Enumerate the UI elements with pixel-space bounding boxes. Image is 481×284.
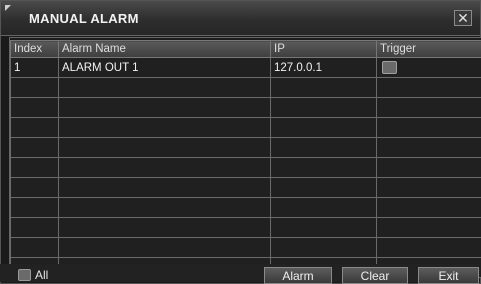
empty-cell xyxy=(58,117,271,138)
select-all[interactable]: All xyxy=(18,268,48,282)
cell-trigger xyxy=(376,57,481,78)
empty-cell xyxy=(376,217,481,238)
empty-cell xyxy=(376,157,481,178)
empty-cell xyxy=(10,117,59,138)
empty-cell xyxy=(376,137,481,158)
empty-cell xyxy=(10,177,59,198)
cell-index: 1 xyxy=(10,57,59,78)
empty-cell xyxy=(376,117,481,138)
table-row-empty[interactable] xyxy=(10,137,481,158)
empty-cell xyxy=(58,197,271,218)
empty-cell xyxy=(58,217,271,238)
window-title: MANUAL ALARM xyxy=(29,11,139,26)
close-icon: ✕ xyxy=(457,10,469,26)
empty-cell xyxy=(10,217,59,238)
empty-cell xyxy=(270,117,377,138)
empty-cell xyxy=(58,97,271,118)
clear-button[interactable]: Clear xyxy=(342,267,408,284)
empty-cell xyxy=(376,237,481,258)
table-row-empty[interactable] xyxy=(10,197,481,218)
exit-button[interactable]: Exit xyxy=(418,267,479,284)
alarm-button[interactable]: Alarm xyxy=(264,267,332,284)
empty-cell xyxy=(58,157,271,178)
table-row-empty[interactable] xyxy=(10,177,481,198)
empty-cell xyxy=(10,157,59,178)
table-row[interactable]: 1 ALARM OUT 1 127.0.0.1 xyxy=(10,57,481,78)
empty-cell xyxy=(376,97,481,118)
empty-cell xyxy=(270,197,377,218)
empty-cell xyxy=(270,77,377,98)
table-row-empty[interactable] xyxy=(10,157,481,178)
header-index: Index xyxy=(10,40,59,58)
select-all-checkbox[interactable] xyxy=(18,269,31,281)
empty-cell xyxy=(58,237,271,258)
header-trigger: Trigger xyxy=(376,40,481,58)
empty-cell xyxy=(10,237,59,258)
empty-cell xyxy=(58,177,271,198)
empty-cell xyxy=(376,77,481,98)
title-bar: MANUAL ALARM ✕ xyxy=(1,1,480,36)
trigger-checkbox[interactable] xyxy=(382,61,397,74)
empty-cell xyxy=(10,197,59,218)
cell-alarm-name: ALARM OUT 1 xyxy=(58,57,271,78)
empty-cell xyxy=(10,77,59,98)
empty-cell xyxy=(58,77,271,98)
empty-cell xyxy=(10,97,59,118)
table-row-empty[interactable] xyxy=(10,117,481,138)
table-row-empty[interactable] xyxy=(10,237,481,258)
empty-cell xyxy=(270,137,377,158)
header-ip: IP xyxy=(270,40,377,58)
empty-cell xyxy=(270,217,377,238)
empty-cell xyxy=(270,97,377,118)
table-header-row: Index Alarm Name IP Trigger xyxy=(10,40,481,58)
empty-cell xyxy=(376,177,481,198)
empty-cell xyxy=(270,177,377,198)
table-row-empty[interactable] xyxy=(10,217,481,238)
close-button[interactable]: ✕ xyxy=(454,10,472,26)
empty-cell xyxy=(270,157,377,178)
empty-cell xyxy=(10,137,59,158)
empty-cell xyxy=(270,237,377,258)
corner-marker-icon xyxy=(5,5,11,11)
select-all-label: All xyxy=(35,268,49,282)
table-row-empty[interactable] xyxy=(10,97,481,118)
cell-ip: 127.0.0.1 xyxy=(270,57,377,78)
empty-cell xyxy=(58,137,271,158)
table-row-empty[interactable] xyxy=(10,77,481,98)
alarm-table: Index Alarm Name IP Trigger 1 ALARM OUT … xyxy=(10,40,481,278)
header-alarm-name: Alarm Name xyxy=(58,40,271,58)
empty-cell xyxy=(376,197,481,218)
